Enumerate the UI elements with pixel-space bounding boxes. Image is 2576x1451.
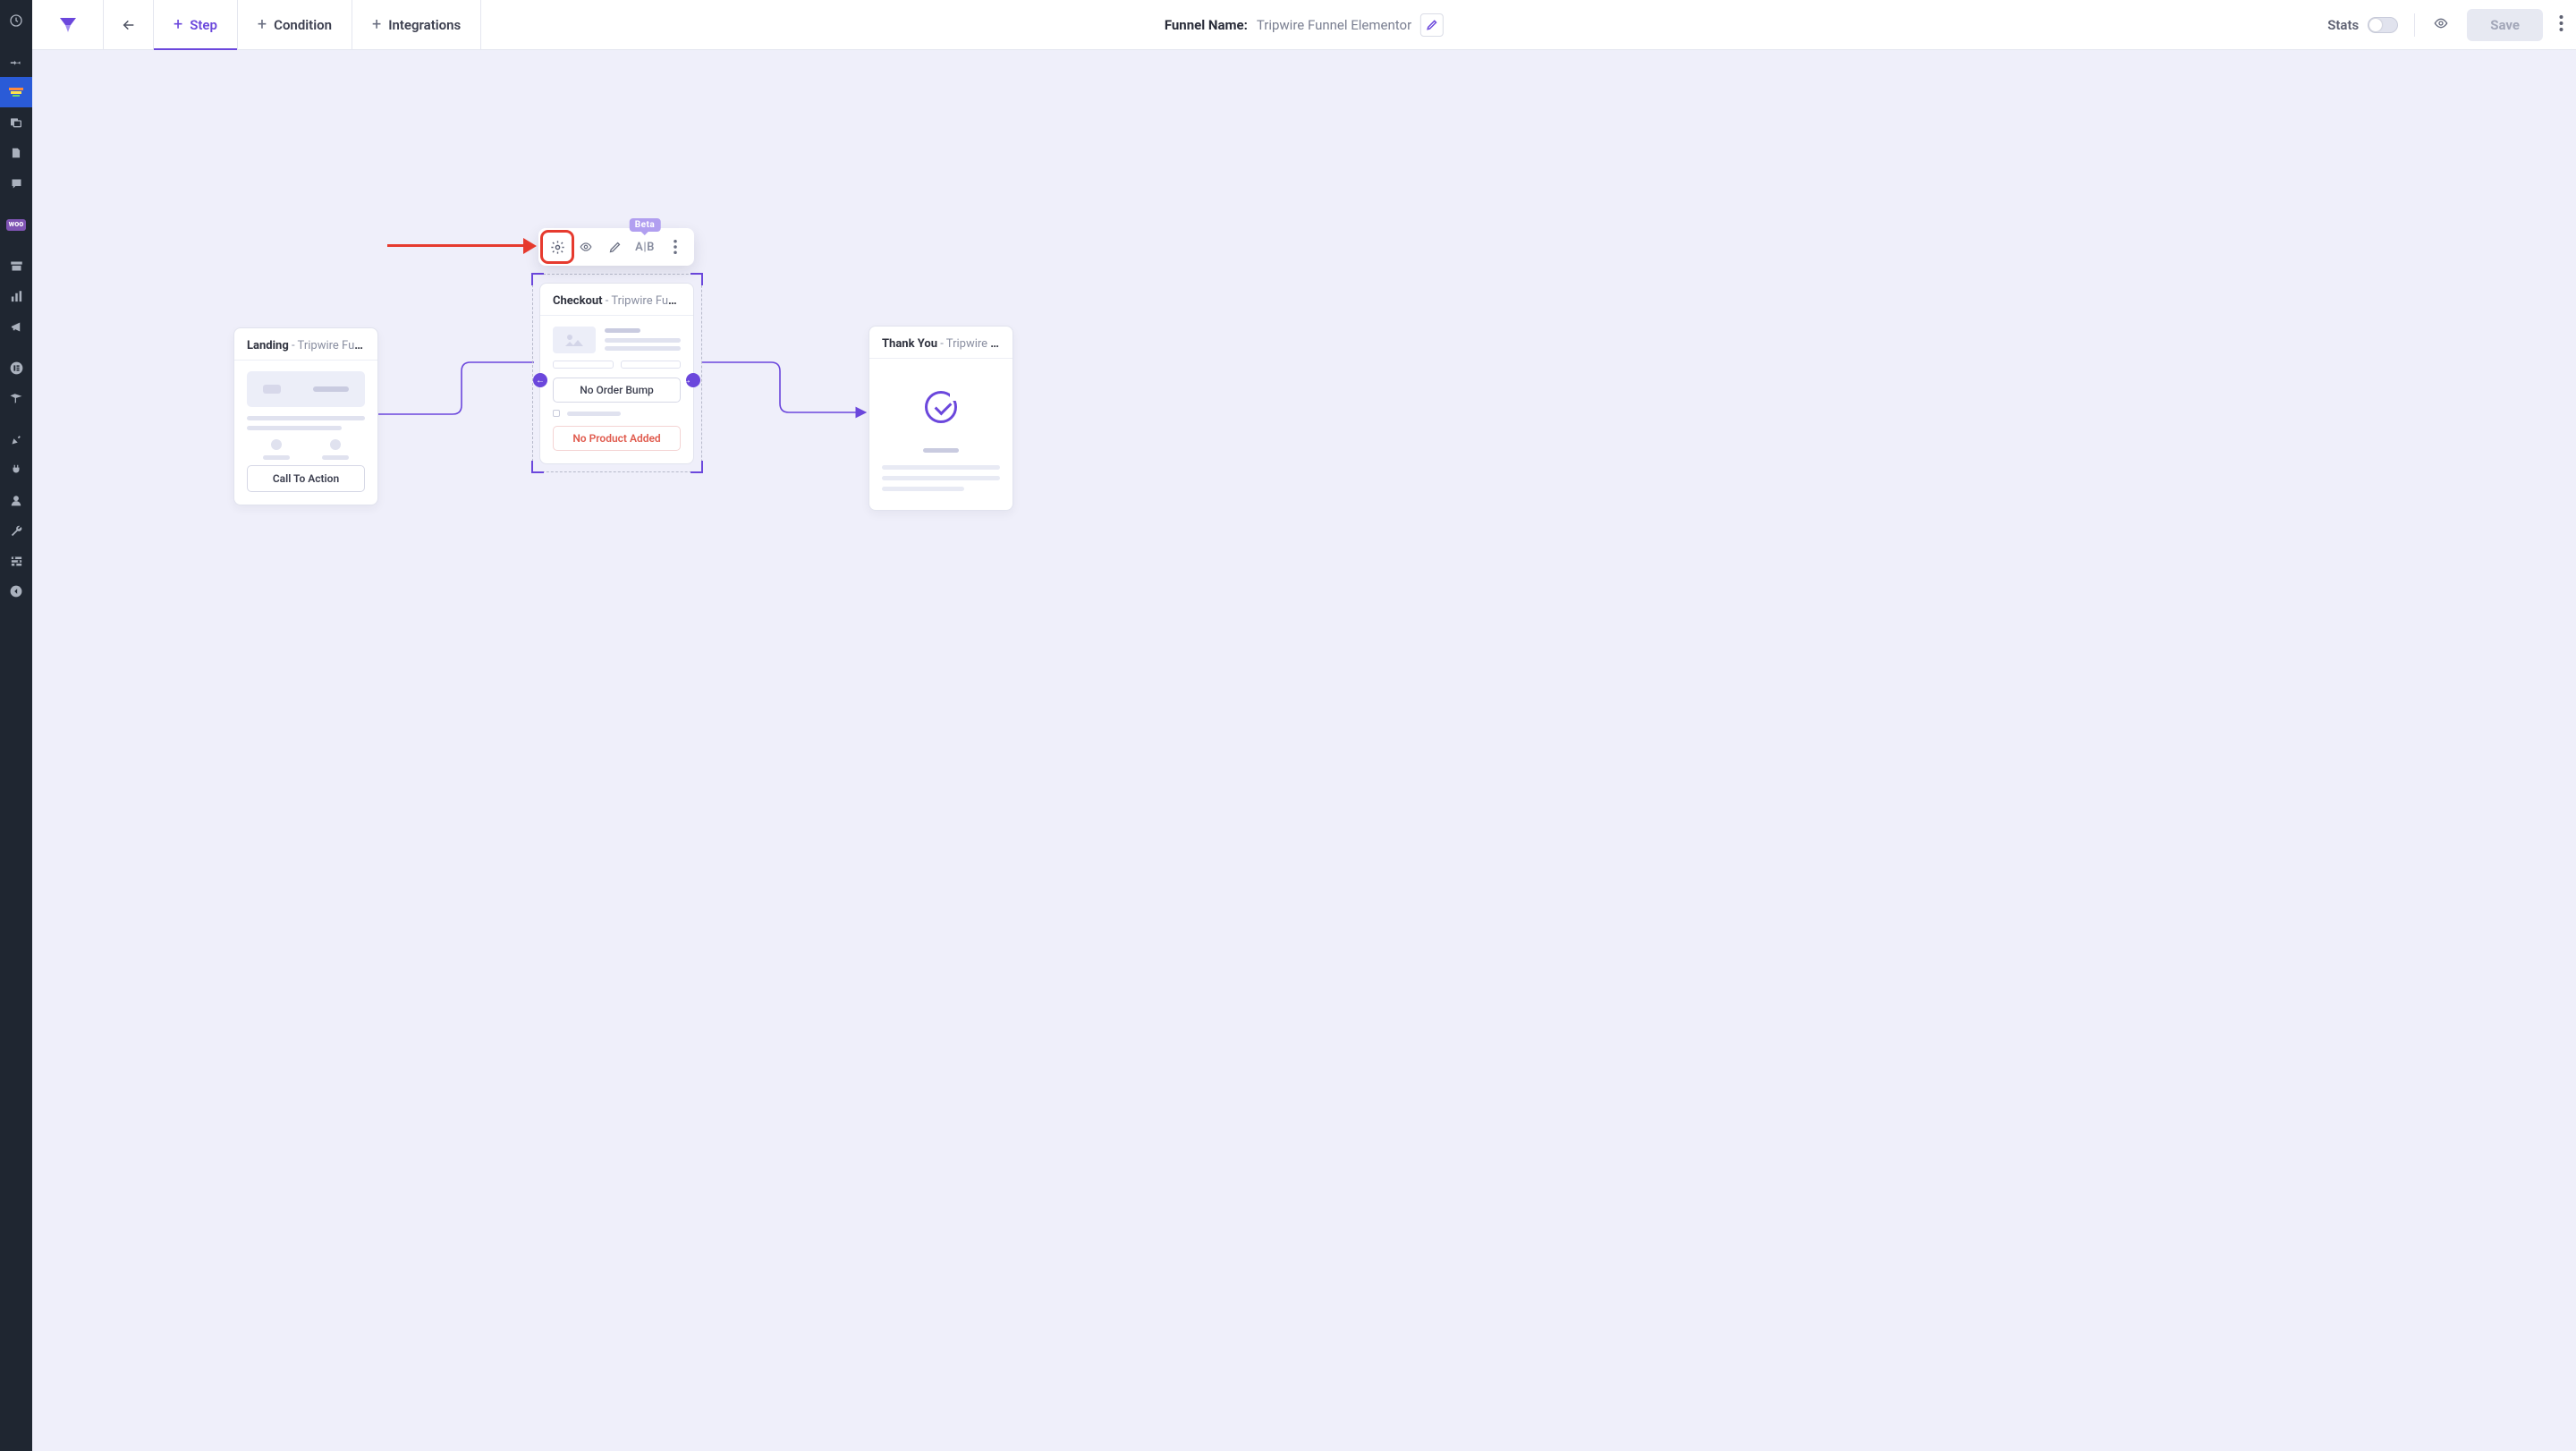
funnel-name-label: Funnel Name:	[1165, 17, 1248, 33]
back-button[interactable]	[104, 0, 154, 50]
funnel-icon[interactable]	[0, 77, 32, 107]
media-icon[interactable]	[0, 107, 32, 138]
node-thankyou[interactable]: Thank You - Tripwire Funne…	[869, 326, 1013, 511]
node-ab-test-button[interactable]: Beta A|B	[630, 233, 660, 260]
users-icon[interactable]	[0, 485, 32, 515]
thankyou-heading-placeholder	[923, 448, 959, 453]
more-menu[interactable]	[2559, 15, 2563, 35]
checkout-fields-placeholder	[553, 361, 681, 369]
node-landing-title: Landing	[247, 339, 289, 352]
tab-integrations[interactable]: +Integrations	[352, 0, 481, 50]
topbar: +Step +Condition +Integrations Funnel Na…	[32, 0, 2576, 50]
settings-icon[interactable]	[0, 546, 32, 576]
no-order-bump-badge: No Order Bump	[553, 378, 681, 403]
plugins-icon[interactable]	[0, 454, 32, 485]
dashboard-icon[interactable]	[0, 5, 32, 36]
connector-checkout-thankyou	[701, 362, 871, 416]
beta-badge: Beta	[630, 218, 661, 232]
elementor-icon[interactable]	[0, 352, 32, 383]
app-logo[interactable]	[32, 0, 104, 50]
pages-icon[interactable]	[0, 138, 32, 168]
ab-label: A|B	[635, 241, 655, 254]
marketing-icon[interactable]	[0, 311, 32, 342]
appearance-icon[interactable]	[0, 424, 32, 454]
tab-condition[interactable]: +Condition	[238, 0, 352, 50]
comments-icon[interactable]	[0, 168, 32, 199]
node-thankyou-title: Thank You	[882, 337, 937, 351]
divider	[2414, 13, 2415, 37]
checkout-port-out[interactable]: →	[686, 373, 700, 387]
archive-icon[interactable]	[0, 250, 32, 281]
node-checkout[interactable]: Checkout - Tripwire Funne… No Order Bump…	[539, 283, 694, 464]
connector-landing-checkout	[377, 362, 534, 416]
pin-icon[interactable]	[0, 47, 32, 77]
landing-features-placeholder	[247, 439, 365, 460]
node-more-button[interactable]	[662, 233, 689, 260]
landing-text-placeholder	[247, 416, 365, 430]
tab-condition-label: Condition	[274, 17, 332, 33]
preview-button[interactable]	[2431, 16, 2451, 34]
landing-hero-placeholder	[247, 371, 365, 407]
tab-step[interactable]: +Step	[154, 0, 238, 50]
node-edit-button[interactable]	[601, 233, 628, 260]
node-toolbar: Beta A|B	[538, 228, 694, 266]
node-landing-subtitle: - Tripwire Funne…	[289, 339, 377, 352]
save-button[interactable]: Save	[2467, 9, 2543, 41]
stats-label: Stats	[2327, 17, 2359, 33]
node-checkout-selection: Checkout - Tripwire Funne… No Order Bump…	[531, 273, 703, 473]
node-checkout-subtitle: - Tripwire Funne…	[603, 294, 693, 308]
toggle-switch[interactable]	[2368, 17, 2398, 33]
checkout-text-placeholder	[605, 327, 681, 353]
landing-cta-button: Call To Action	[247, 465, 365, 492]
annotation-arrow	[387, 244, 537, 250]
stats-toggle[interactable]: Stats	[2327, 17, 2398, 33]
collapse-icon[interactable]	[0, 576, 32, 607]
woocommerce-icon[interactable]: woo	[0, 209, 32, 240]
tab-step-label: Step	[190, 17, 217, 33]
checkout-thumb-placeholder	[553, 327, 596, 353]
checkout-port-in[interactable]: ←	[533, 373, 547, 387]
templates-icon[interactable]	[0, 383, 32, 413]
analytics-icon[interactable]	[0, 281, 32, 311]
funnel-canvas[interactable]: Landing - Tripwire Funne… Call To Action…	[32, 50, 2576, 1451]
wp-admin-sidebar: woo	[0, 0, 32, 1451]
node-checkout-title: Checkout	[553, 294, 603, 308]
funnel-name-value: Tripwire Funnel Elementor	[1257, 17, 1411, 33]
node-preview-button[interactable]	[572, 233, 599, 260]
node-landing[interactable]: Landing - Tripwire Funne… Call To Action	[233, 327, 378, 505]
checkout-check-placeholder	[553, 410, 681, 417]
edit-funnel-name-button[interactable]	[1420, 13, 1444, 37]
no-product-added-badge: No Product Added	[553, 426, 681, 451]
tab-integrations-label: Integrations	[388, 17, 461, 33]
tools-icon[interactable]	[0, 515, 32, 546]
node-settings-button[interactable]	[544, 233, 571, 260]
node-thankyou-subtitle: - Tripwire Funne…	[937, 337, 1013, 351]
thankyou-check-icon	[882, 369, 1000, 445]
thankyou-text-placeholder	[882, 465, 1000, 491]
save-label: Save	[2490, 17, 2520, 33]
